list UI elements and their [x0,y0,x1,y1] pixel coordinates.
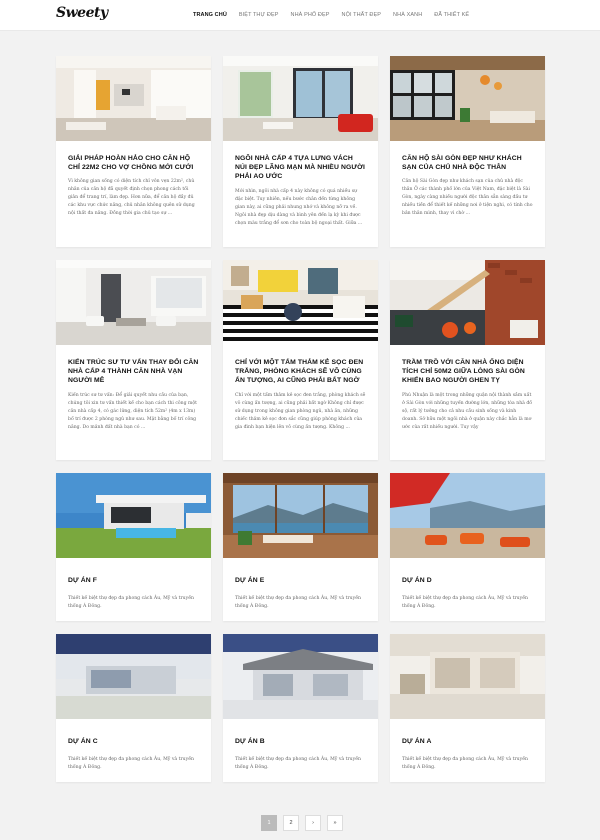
post-excerpt: Thiết kế biệt thự đẹp đa phong cách Âu, … [402,757,529,771]
post-thumbnail[interactable] [390,634,545,719]
post-title[interactable]: Kiến trúc sư tư vấn thay đổi căn nhà cấp… [56,345,211,386]
post-thumbnail[interactable] [390,260,545,345]
post-excerpt: Thiết kế biệt thự đẹp đa phong cách Âu, … [68,596,195,610]
post-card[interactable]: Dự án A Thiết kế biệt thự đẹp đa phong c… [390,634,545,782]
post-title[interactable]: Dự án C [56,719,211,746]
post-excerpt: Thiết kế biệt thự đẹp đa phong cách Âu, … [402,596,529,610]
post-excerpt: Căn hộ Sài Gòn đẹp như khách sạn của chủ… [402,179,533,217]
post-card[interactable]: Dự án E Thiết kế biệt thự đẹp đa phong c… [223,473,378,621]
site-logo[interactable]: Sweety [56,5,108,21]
post-thumbnail[interactable] [223,634,378,719]
nav-item-designed[interactable]: ĐÃ THIẾT KẾ [434,12,469,18]
post-card[interactable]: Trầm trồ với căn nhà ống diện tích chỉ 5… [390,260,545,460]
post-title[interactable]: Dự án A [390,719,545,746]
post-card[interactable]: Ngôi nhà cấp 4 tựa lưng vách núi đẹp lãn… [223,56,378,247]
nav-item-interiors[interactable]: NỘI THẤT ĐẸP [342,12,382,18]
post-title[interactable]: Ngôi nhà cấp 4 tựa lưng vách núi đẹp lãn… [223,141,378,182]
post-title[interactable]: Dự án B [223,719,378,746]
nav-item-townhouses[interactable]: NHÀ PHỐ ĐẸP [291,12,330,18]
post-thumbnail[interactable] [56,260,211,345]
post-title[interactable]: Dự án E [223,558,378,585]
post-excerpt: Kiến trúc sư tư vấn: Để giải quyết nhu c… [68,392,197,430]
nav-item-home[interactable]: TRANG CHỦ [193,12,227,18]
post-card[interactable]: Kiến trúc sư tư vấn thay đổi căn nhà cấp… [56,260,211,460]
post-excerpt: Mới nhìn, ngôi nhà cấp 4 này không có qu… [235,188,363,226]
post-card[interactable]: Giải pháp hoàn hảo cho căn hộ chỉ 22m2 c… [56,56,211,247]
post-card[interactable]: Dự án C Thiết kế biệt thự đẹp đa phong c… [56,634,211,782]
post-excerpt: Thiết kế biệt thự đẹp đa phong cách Âu, … [235,596,362,610]
site-header: Sweety TRANG CHỦ BIỆT THỰ ĐẸP NHÀ PHỐ ĐẸ… [0,0,600,31]
pagination: 1 2 › » [261,815,343,831]
post-thumbnail[interactable] [56,473,211,558]
post-card[interactable]: Dự án B Thiết kế biệt thự đẹp đa phong c… [223,634,378,782]
post-thumbnail[interactable] [390,56,545,141]
post-thumbnail[interactable] [223,473,378,558]
post-thumbnail[interactable] [223,56,378,141]
post-title[interactable]: Chỉ với một tấm thảm kẻ sọc đen trắng, p… [223,345,378,386]
post-excerpt: Chỉ với một tấm thảm kẻ sọc đen trắng, p… [235,392,366,430]
last-page-button[interactable]: » [327,815,343,831]
page-2-button[interactable]: 2 [283,815,299,831]
post-thumbnail[interactable] [390,473,545,558]
post-title[interactable]: Trầm trồ với căn nhà ống diện tích chỉ 5… [390,345,545,386]
post-excerpt: Thiết kế biệt thự đẹp đa phong cách Âu, … [235,757,362,771]
post-excerpt: Thiết kế biệt thự đẹp đa phong cách Âu, … [68,757,195,771]
next-page-button[interactable]: › [305,815,321,831]
post-thumbnail[interactable] [56,634,211,719]
post-card[interactable]: Dự án D Thiết kế biệt thự đẹp đa phong c… [390,473,545,621]
post-title[interactable]: Căn hộ Sài Gòn đẹp như khách sạn của chủ… [390,141,545,172]
post-title[interactable]: Dự án F [56,558,211,585]
post-card[interactable]: Căn hộ Sài Gòn đẹp như khách sạn của chủ… [390,56,545,247]
post-card[interactable]: Chỉ với một tấm thảm kẻ sọc đen trắng, p… [223,260,378,460]
post-excerpt: Vì không gian sống có diện tích chỉ vỏn … [68,179,195,217]
post-title[interactable]: Giải pháp hoàn hảo cho căn hộ chỉ 22m2 c… [56,141,211,172]
main-nav: TRANG CHỦ BIỆT THỰ ĐẸP NHÀ PHỐ ĐẸP NỘI T… [193,12,469,18]
nav-item-green-houses[interactable]: NHÀ XANH [393,12,422,18]
post-excerpt: Phú Nhuận là một trong những quận nội th… [402,392,533,430]
post-thumbnail[interactable] [223,260,378,345]
post-title[interactable]: Dự án D [390,558,545,585]
nav-item-villas[interactable]: BIỆT THỰ ĐẸP [239,12,279,18]
page-1-button[interactable]: 1 [261,815,277,831]
post-card[interactable]: Dự án F Thiết kế biệt thự đẹp đa phong c… [56,473,211,621]
post-thumbnail[interactable] [56,56,211,141]
post-grid: Giải pháp hoàn hảo cho căn hộ chỉ 22m2 c… [56,56,545,782]
